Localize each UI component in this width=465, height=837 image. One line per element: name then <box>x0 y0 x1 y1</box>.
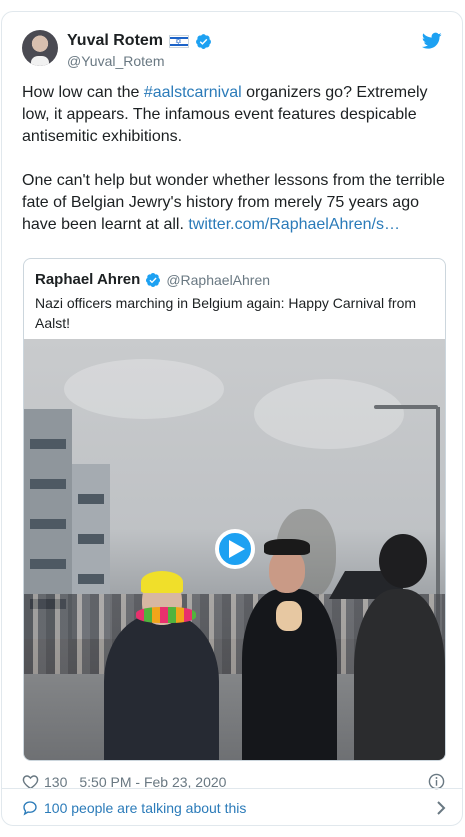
conversation-link[interactable]: 100 people are talking about this <box>22 798 447 818</box>
quoted-tweet-header: Raphael Ahren @RaphaelAhren <box>35 271 270 288</box>
author-avatar[interactable] <box>22 30 58 66</box>
peaked-cap <box>264 539 310 555</box>
street-lamp-arm <box>374 405 438 409</box>
flower-lei <box>136 607 196 623</box>
tweet-header: Yuval Rotem ✡ @Yuval_Rotem <box>22 30 442 72</box>
tweet-text-intro: How low can the <box>22 84 144 101</box>
divider <box>2 788 462 789</box>
quoted-author-name: Raphael Ahren <box>35 271 141 288</box>
person <box>104 614 219 760</box>
tweet-text-body: organizers go? Extremely low, it appears… <box>22 84 445 233</box>
quoted-tweet[interactable]: Raphael Ahren @RaphaelAhren Nazi officer… <box>23 258 446 761</box>
yellow-helmet <box>141 571 183 593</box>
video-thumbnail[interactable] <box>24 339 445 760</box>
hashtag-link[interactable]: #aalstcarnival <box>144 84 242 101</box>
author-name[interactable]: Yuval Rotem <box>67 32 163 50</box>
verified-badge-icon <box>196 33 211 49</box>
quoted-tweet-text: Nazi officers marching in Belgium again:… <box>35 295 417 331</box>
chevron-right-icon <box>437 801 446 815</box>
author-handle[interactable]: @Yuval_Rotem <box>67 53 164 69</box>
costume-badge <box>276 601 302 631</box>
play-icon <box>228 540 245 558</box>
tweet-url-link[interactable]: twitter.com/RaphaelAhren/s… <box>188 216 400 233</box>
person <box>354 589 445 760</box>
israel-flag-icon: ✡ <box>169 34 190 48</box>
twitter-bird-icon[interactable] <box>422 32 442 50</box>
sky-cloud <box>64 359 224 419</box>
person-head <box>379 534 427 588</box>
person-head <box>269 549 305 593</box>
quoted-author-handle: @RaphaelAhren <box>166 271 271 288</box>
play-button[interactable] <box>215 529 255 569</box>
author-name-row: Yuval Rotem ✡ <box>67 32 212 50</box>
tweet-footer: 130 5:50 PM - Feb 23, 2020 <box>22 772 447 792</box>
conversation-label: 100 people are talking about this <box>44 800 247 816</box>
speech-bubble-icon <box>23 801 37 816</box>
embedded-tweet-card: Yuval Rotem ✡ @Yuval_Rotem How low can t… <box>1 11 463 826</box>
tweet-body: How low can the #aalstcarnival organizer… <box>22 82 447 236</box>
sky-cloud <box>254 379 404 449</box>
verified-badge-icon <box>146 272 161 287</box>
